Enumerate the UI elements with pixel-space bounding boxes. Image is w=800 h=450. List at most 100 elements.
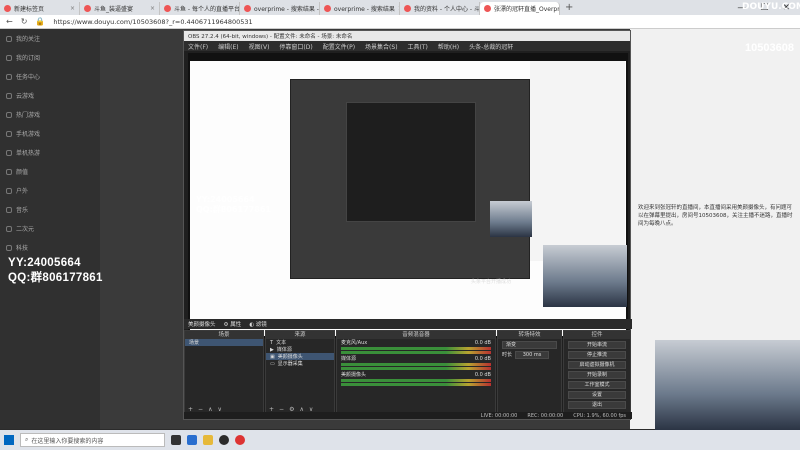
webcam-view — [543, 245, 627, 307]
taskbar-search[interactable]: ⌕ 在这里输入你要搜索的内容 — [20, 433, 165, 447]
menu-item[interactable]: 视图(V) — [249, 42, 270, 51]
edge-icon[interactable] — [187, 435, 197, 445]
mixer-channel: 麦克风/Aux 0.0 dB — [337, 339, 495, 347]
close-tab-icon[interactable]: × — [150, 5, 155, 12]
sidebar-icon — [6, 225, 12, 232]
menu-item[interactable]: 头条-总裁的冠轩 — [469, 42, 513, 51]
dock-title: 控件 — [564, 331, 630, 339]
menu-item[interactable]: 编辑(E) — [218, 42, 238, 51]
sidebar-item[interactable]: 任务中心 — [0, 67, 100, 86]
obs-menu-bar: 文件(F) 编辑(E) 视图(V) 停靠窗口(D) 配置文件(P) 场景集合(S… — [184, 41, 630, 51]
sidebar-item-label: 颜值 — [16, 169, 29, 176]
back-icon[interactable]: ← — [6, 17, 13, 26]
obs-source-toolbar: 美颜摄像头 ⚙ 属性 ◐ 滤镜 — [184, 319, 632, 329]
sidebar-item[interactable]: 手机游戏 — [0, 124, 100, 143]
sidebar-item[interactable]: 我的订阅 — [0, 48, 100, 67]
stop-streaming-button[interactable]: 停止推流 — [568, 351, 626, 359]
start-streaming-button[interactable]: 开始串流 — [568, 341, 626, 349]
sidebar-item-label: 云游戏 — [16, 93, 35, 100]
browser-tab[interactable]: 斗鱼_装逼盛宴 × — [80, 2, 160, 15]
menu-item[interactable]: 文件(F) — [188, 42, 208, 51]
nested-obs-capture-inner — [346, 102, 476, 222]
source-item[interactable]: ▭ 显示器采集 — [266, 360, 334, 368]
sidebar-item[interactable]: 户外 — [0, 181, 100, 200]
transition-select[interactable]: 渐变 — [502, 341, 557, 349]
sidebar-icon — [6, 92, 12, 99]
menu-item[interactable]: 配置文件(P) — [323, 42, 355, 51]
filters-button[interactable]: ◐ 滤镜 — [249, 320, 267, 328]
menu-item[interactable]: 停靠窗口(D) — [279, 42, 312, 51]
sidebar-item[interactable]: 热门游戏 — [0, 105, 100, 124]
sidebar-item-label: 二次元 — [16, 226, 35, 233]
studio-mode-button[interactable]: 工作室模式 — [568, 381, 626, 389]
volume-meter[interactable] — [341, 367, 491, 370]
duration-input[interactable]: 300 ms — [515, 350, 550, 359]
sidebar-item[interactable]: 科技 — [0, 238, 100, 257]
channel-db: 0.0 dB — [474, 371, 491, 378]
sidebar-item[interactable]: 颜值 — [0, 162, 100, 181]
source-item[interactable]: ▣ 美颜摄像头 — [266, 353, 334, 360]
sidebar-item-label: 户外 — [16, 188, 29, 195]
obs-app-icon[interactable] — [219, 435, 229, 445]
sidebar-icon — [6, 35, 12, 42]
sidebar-item-label: 手机游戏 — [16, 131, 41, 138]
sidebar-item[interactable]: 单机热游 — [0, 143, 100, 162]
obs-status-bar: LIVE: 00:00:00 REC: 00:00:00 CPU: 1.9%, … — [184, 412, 632, 419]
sidebar-icon — [6, 54, 12, 61]
menu-item[interactable]: 帮助(H) — [438, 42, 459, 51]
scene-item[interactable]: 场景 — [185, 339, 263, 346]
start-recording-button[interactable]: 开始录制 — [568, 371, 626, 379]
browser-tab[interactable]: 斗鱼 - 每个人的直播平台× — [160, 2, 240, 15]
sidebar-item[interactable]: 我的关注 — [0, 29, 100, 48]
tab-label: overprime - 搜索结果 - 斗鱼直播 — [254, 6, 319, 13]
channel-db: 0.0 dB — [474, 355, 491, 362]
duration-label: 时长 — [502, 352, 513, 358]
refresh-icon[interactable]: ↻ — [21, 17, 28, 26]
sidebar-item[interactable]: 二次元 — [0, 219, 100, 238]
settings-button[interactable]: 设置 — [568, 391, 626, 399]
menu-item[interactable]: 工具(T) — [408, 42, 428, 51]
duration-row: 时长 300 ms — [498, 350, 561, 359]
close-tab-icon[interactable]: × — [70, 5, 75, 12]
app-icon[interactable] — [235, 435, 245, 445]
source-label: 文本 — [276, 340, 287, 346]
exit-button[interactable]: 退出 — [568, 401, 626, 409]
tab-label: 张漂的冠轩直播_Overprime遛狗 — [494, 6, 560, 13]
sidebar-item-label: 音乐 — [16, 207, 29, 214]
browser-tab-active[interactable]: 张漂的冠轩直播_Overprime遛狗× — [480, 2, 560, 15]
tab-label: overprime - 搜索结果 — [334, 6, 395, 13]
browser-tab[interactable]: overprime - 搜索结果 - 斗鱼直播× — [240, 2, 320, 15]
source-item[interactable]: T 文本 — [266, 339, 334, 347]
volume-meter[interactable] — [341, 351, 491, 354]
properties-button[interactable]: ⚙ 属性 — [224, 320, 242, 328]
source-label: 美颜摄像头 — [277, 354, 303, 360]
file-explorer-icon[interactable] — [203, 435, 213, 445]
volume-meter[interactable] — [341, 383, 491, 386]
volume-meter[interactable] — [341, 363, 491, 366]
new-tab-button[interactable]: + — [560, 2, 578, 13]
url-field[interactable]: https://www.douyu.com/10503608?_r=0.4406… — [53, 18, 252, 26]
browser-tab[interactable]: 新建标签页 × — [0, 2, 80, 15]
nested-obs-capture: 头条平台开播成功 — [290, 79, 530, 285]
menu-item[interactable]: 场景集合(S) — [365, 42, 398, 51]
sidebar-item[interactable]: 音乐 — [0, 200, 100, 219]
dock-title: 音频混音器 — [337, 331, 495, 339]
lock-icon: 🔒 — [35, 17, 46, 26]
windows-start-icon[interactable] — [4, 435, 14, 445]
sidebar-icon — [6, 149, 12, 156]
source-item[interactable]: ▶ 媒体源 — [266, 346, 334, 354]
camera-icon: ▣ — [270, 353, 275, 360]
rec-time: REC: 00:00:00 — [527, 412, 564, 419]
scene-label: 场景 — [189, 340, 200, 346]
sidebar-icon — [6, 130, 12, 137]
task-view-icon[interactable] — [171, 435, 181, 445]
volume-meter[interactable] — [341, 379, 491, 382]
selected-source-label: 美颜摄像头 — [188, 322, 216, 328]
sidebar-item[interactable]: 云游戏 — [0, 86, 100, 105]
monitor-icon: ▭ — [270, 360, 275, 367]
browser-tab[interactable]: 我的资料 - 个人中心 - 斗鱼× — [400, 2, 480, 15]
sidebar-item-label: 任务中心 — [16, 74, 41, 81]
browser-tab[interactable]: overprime - 搜索结果× — [320, 2, 400, 15]
virtual-camera-button[interactable]: 启动虚拟摄像机 — [568, 361, 626, 369]
volume-meter[interactable] — [341, 347, 491, 350]
